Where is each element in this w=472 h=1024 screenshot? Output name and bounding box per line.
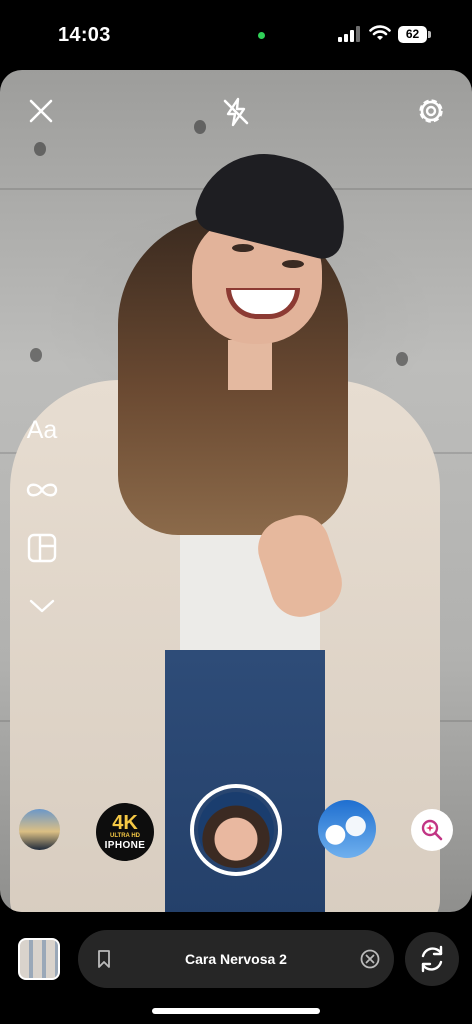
home-indicator[interactable] — [152, 1008, 320, 1014]
flash-toggle-button[interactable] — [218, 94, 254, 130]
battery-indicator: 62 — [398, 26, 431, 43]
gallery-button[interactable] — [18, 938, 60, 980]
boomerang-button[interactable] — [22, 472, 62, 508]
clear-circle-icon[interactable] — [360, 949, 380, 969]
subject-eye — [282, 260, 304, 268]
effect-4k-label: 4K — [112, 812, 138, 834]
close-button[interactable] — [24, 94, 58, 128]
effect-ultra-hd-label: ULTRA HD — [110, 833, 140, 839]
effect-city-thumbnail[interactable] — [19, 809, 60, 850]
wall-hole — [194, 120, 206, 134]
infinity-icon — [26, 483, 58, 497]
text-tool-button[interactable]: Aa — [22, 412, 62, 448]
flash-off-icon — [223, 97, 249, 127]
wall-hole — [30, 348, 42, 362]
close-icon — [29, 99, 53, 123]
wifi-icon — [369, 25, 391, 40]
privacy-indicator-dot — [258, 32, 265, 39]
camera-settings-button[interactable] — [412, 92, 450, 130]
search-sparkle-icon — [421, 819, 443, 841]
flip-camera-icon — [421, 945, 443, 973]
effect-clouds-thumbnail[interactable] — [318, 800, 376, 858]
cellular-signal-icon — [338, 26, 360, 42]
battery-tip — [428, 31, 431, 38]
layout-button[interactable] — [24, 530, 60, 566]
bookmark-icon[interactable] — [94, 949, 114, 969]
effect-iphone-label: IPHONE — [104, 840, 146, 851]
layout-grid-icon — [27, 533, 57, 563]
subject-eye — [232, 244, 254, 252]
capture-button[interactable] — [190, 784, 282, 876]
effect-name-pill[interactable]: Cara Nervosa 2 — [78, 930, 394, 988]
battery-level: 62 — [398, 26, 427, 43]
effect-name-label: Cara Nervosa 2 — [185, 951, 287, 967]
wall-hole — [396, 352, 408, 366]
chevron-down-icon — [29, 599, 55, 613]
subject-neck — [228, 340, 272, 390]
selected-effect-preview — [198, 792, 274, 868]
camera-viewport[interactable]: Aa 4K ULTRA HD IPHONE — [0, 70, 472, 912]
more-tools-button[interactable] — [24, 588, 60, 624]
status-time: 14:03 — [58, 24, 111, 46]
search-effects-button[interactable] — [411, 809, 453, 851]
settings-gear-icon — [419, 99, 443, 123]
effect-4k-iphone-thumbnail[interactable]: 4K ULTRA HD IPHONE — [96, 803, 154, 861]
status-bar: 14:03 62 — [0, 0, 472, 70]
flip-camera-button[interactable] — [405, 932, 459, 986]
wall-hole — [34, 142, 46, 156]
